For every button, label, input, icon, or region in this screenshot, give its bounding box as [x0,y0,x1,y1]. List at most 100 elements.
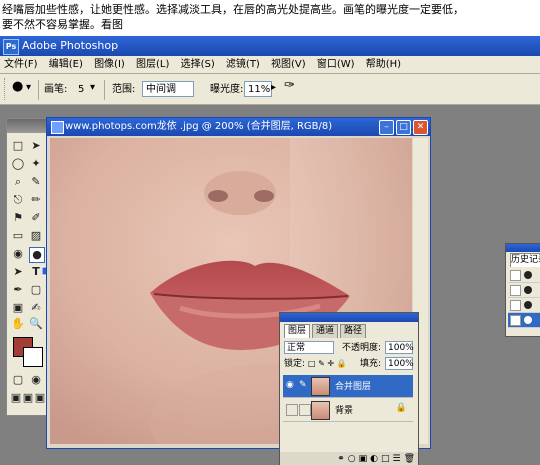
minimize-button[interactable]: – [379,120,394,135]
brush-picker-chevron-icon[interactable]: ▾ [90,81,95,95]
dodge-tool-icon[interactable]: ● [29,247,45,263]
marquee-tool-icon[interactable]: □ [11,139,25,153]
gradient-tool-icon[interactable]: ▨ [29,229,43,243]
document-title: www.photops.com龙依 .jpg @ 200% (合并图层, RGB… [65,121,333,132]
brush-size[interactable]: 5 [78,83,84,97]
blur-tool-icon[interactable]: ◉ [11,247,25,261]
tab-layers[interactable]: 图层 [284,324,311,338]
app-titlebar: Ps Adobe Photoshop [0,36,540,56]
opacity-value: 100% [388,343,414,353]
options-bar: ● ▾ 画笔: 5 ▾ 范围: 中间调 曝光度: 11% ▸ ✑ [0,74,540,105]
pen-tool-icon[interactable]: ✒ [11,283,25,297]
link-box-icon[interactable] [299,404,311,416]
menu-view[interactable]: 视图(V) [267,56,310,73]
slice-tool-icon[interactable]: ✎ [29,175,43,189]
history-row-selected[interactable] [508,313,540,328]
shape-tool-icon[interactable]: ▢ [29,283,43,297]
history-panel: 历史记录 [505,243,540,337]
layer-thumbnail [311,401,330,420]
options-separator [104,80,105,100]
menu-layer[interactable]: 图层(L) [132,56,173,73]
options-grip[interactable] [4,78,7,100]
history-row[interactable] [508,298,540,313]
eraser-tool-icon[interactable]: ▭ [11,229,25,243]
fill-value: 100% [388,359,414,369]
history-state-icon [524,286,532,294]
history-checkbox[interactable] [510,285,521,296]
photoshop-logo-icon: Ps [3,39,19,55]
history-checkbox[interactable] [510,315,521,326]
chevron-down-icon[interactable]: ▾ [26,81,31,95]
exposure-input[interactable]: 11% [244,81,272,97]
range-label: 范围: [112,84,136,95]
type-tool-icon[interactable]: T [29,265,43,279]
history-row[interactable] [508,283,540,298]
maximize-button[interactable]: □ [396,120,411,135]
layer-row-merged[interactable]: ◉ ✎ 合并图层 [283,375,413,398]
document-icon [51,121,64,134]
range-select[interactable]: 中间调 [142,81,194,97]
quick-mask-standard-icon[interactable]: ▢ [11,373,25,387]
layer-row-background[interactable]: 背景 🔒 [283,399,413,422]
menu-window[interactable]: 窗口(W) [313,56,359,73]
close-button[interactable]: ✕ [413,120,428,135]
layer-name: 合并图层 [335,382,372,392]
notes-tool-icon[interactable]: ▣ [11,301,25,315]
tab-channels[interactable]: 通道 [312,324,339,338]
caption: 经嘴唇加些性感，让她更性感。选择减淡工具，在唇的高光处提高些。画笔的曝光度一定要… [2,2,538,32]
layers-panel-header[interactable] [280,313,418,322]
screen-mode-full-icon[interactable]: ▣ [33,391,47,405]
hand-tool-icon[interactable]: ✋ [11,317,25,331]
path-selection-icon[interactable]: ➤ [11,265,25,279]
options-separator [38,80,39,100]
menu-image[interactable]: 图像(I) [90,56,129,73]
quick-mask-icon[interactable]: ◉ [29,373,43,387]
lock-label: 锁定: [284,359,306,369]
zoom-tool-icon[interactable]: 🔍 [29,317,43,331]
history-state-icon [524,271,532,279]
dodge-tool-preset-icon[interactable]: ● [12,80,23,94]
crop-tool-icon[interactable]: ⌕ [11,175,25,189]
exposure-slider-arrow-icon[interactable]: ▸ [271,81,276,95]
history-checkbox[interactable] [510,300,521,311]
exposure-value: 11% [248,84,271,95]
lock-icons[interactable]: □ ✎ ✛ 🔒 [308,357,347,371]
history-brush-icon[interactable]: ✐ [29,211,43,225]
brush-label: 画笔: [44,84,68,95]
history-row[interactable] [508,268,540,283]
opacity-input[interactable]: 100% [385,341,414,354]
history-panel-header[interactable] [506,244,540,252]
layer-name: 背景 [335,406,354,416]
menu-filter[interactable]: 滤镜(T) [222,56,264,73]
menu-select[interactable]: 选择(S) [177,56,219,73]
healing-brush-icon[interactable]: ⎋ [11,193,25,207]
fill-input[interactable]: 100% [385,357,414,370]
lock-icon: 🔒 [395,403,407,413]
visibility-box-icon[interactable] [286,404,298,416]
toolbox-header [7,119,47,133]
menu-file[interactable]: 文件(F) [0,56,42,73]
opacity-label: 不透明度: [342,343,382,353]
airbrush-icon[interactable]: ✑ [284,79,295,93]
blend-mode-select[interactable]: 正常 [284,341,334,354]
tab-paths[interactable]: 路径 [340,324,367,338]
magic-wand-icon[interactable]: ✦ [29,157,43,171]
layer-footer-icons[interactable]: ⚭○▣◐□☰🗑 [337,454,418,464]
app-title: Adobe Photoshop [22,39,119,52]
layers-panel: 图层 通道 路径 正常 不透明度: 100% 锁定: □ ✎ ✛ 🔒 填充: 1… [279,312,419,465]
history-checkbox[interactable] [510,270,521,281]
lasso-tool-icon[interactable]: ◯ [11,157,25,171]
brush-tool-icon[interactable]: ✏ [29,193,43,207]
eye-icon[interactable]: ◉ [286,380,296,390]
history-state-icon [524,316,532,324]
document-titlebar[interactable]: www.photops.com龙依 .jpg @ 200% (合并图层, RGB… [47,118,430,136]
eyedropper-icon[interactable]: ✍ [29,301,43,315]
range-value: 中间调 [146,84,176,95]
move-tool-icon[interactable]: ➤ [29,139,43,153]
menu-edit[interactable]: 编辑(E) [45,56,87,73]
layers-panel-footer: ⚭○▣◐□☰🗑 [280,452,418,465]
clone-stamp-icon[interactable]: ⚑ [11,211,25,225]
menu-help[interactable]: 帮助(H) [362,56,405,73]
tab-history[interactable]: 历史记录 [510,253,540,267]
background-color-swatch[interactable] [23,347,43,367]
